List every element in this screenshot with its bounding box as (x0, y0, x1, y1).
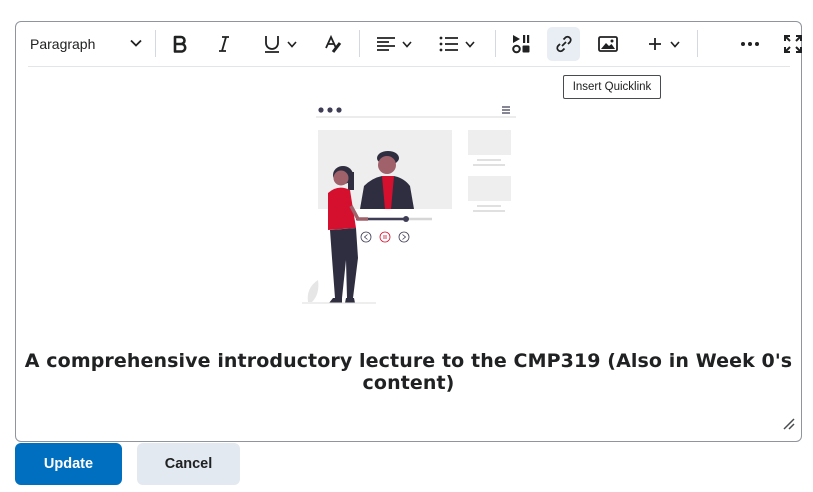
align-left-icon (376, 36, 396, 52)
plus-icon (648, 37, 662, 51)
resize-handle-icon[interactable] (781, 416, 795, 435)
toolbar-divider (495, 30, 496, 57)
cancel-button[interactable]: Cancel (137, 443, 240, 485)
bold-icon (172, 35, 188, 53)
italic-button[interactable] (209, 27, 239, 61)
quicklink-tooltip: Insert Quicklink (563, 75, 661, 99)
editor-toolbar: Paragraph (28, 22, 802, 67)
update-button[interactable]: Update (15, 443, 122, 485)
toolbar-divider (697, 30, 698, 57)
toolbar-divider (155, 30, 156, 57)
bullet-list-button[interactable] (433, 27, 481, 61)
lecture-caption: A comprehensive introductory lecture to … (24, 350, 793, 394)
toolbar-divider (359, 30, 360, 57)
insert-media-button[interactable] (506, 27, 536, 61)
lecture-illustration (298, 98, 520, 308)
more-actions-button[interactable] (735, 27, 765, 61)
fullscreen-button[interactable] (778, 27, 808, 61)
insert-image-button[interactable] (593, 27, 623, 61)
italic-icon (217, 35, 231, 53)
more-icon (740, 41, 760, 47)
underline-button[interactable] (256, 27, 304, 61)
bold-button[interactable] (165, 27, 195, 61)
chevron-down-icon (287, 40, 297, 48)
insert-media-icon (511, 34, 531, 54)
chevron-down-icon (670, 40, 680, 48)
image-icon (598, 36, 618, 52)
format-painter-button[interactable] (318, 27, 348, 61)
align-button[interactable] (371, 27, 417, 61)
chevron-down-icon (402, 40, 412, 48)
chevron-down-icon (465, 40, 475, 48)
format-painter-icon (323, 34, 343, 54)
insert-stuff-button[interactable] (640, 27, 688, 61)
link-icon (554, 34, 574, 54)
insert-quicklink-button[interactable] (547, 27, 580, 61)
paragraph-format-dropdown[interactable]: Paragraph (30, 27, 146, 61)
chevron-down-icon (130, 39, 142, 47)
bullet-list-icon (439, 36, 459, 52)
paragraph-format-label: Paragraph (30, 36, 96, 52)
underline-icon (263, 34, 281, 54)
fullscreen-icon (783, 34, 803, 54)
